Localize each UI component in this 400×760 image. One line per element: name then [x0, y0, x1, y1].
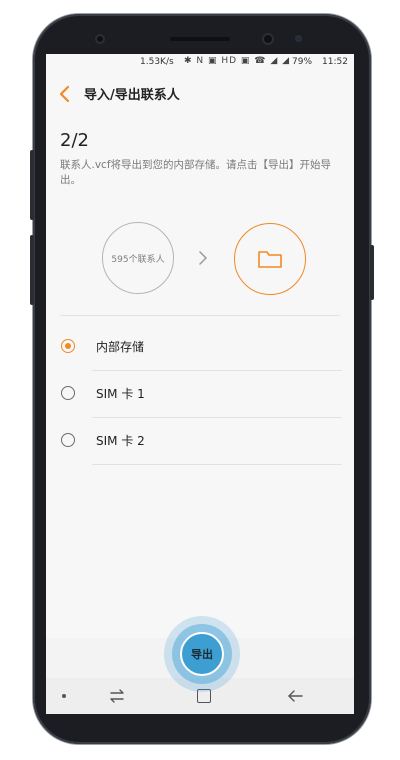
front-sensor-icon — [95, 34, 105, 44]
front-camera-icon — [262, 33, 274, 45]
chevron-right-icon — [199, 251, 207, 265]
status-bar: 1.53K/s ✱ N ▣ HD ▣ ☎ ◢ ◢ 79% 11:52 — [46, 54, 354, 72]
clock: 11:52 — [322, 57, 348, 67]
option-sim-2[interactable]: SIM 卡 2 — [46, 418, 354, 464]
app-bar: 导入/导出联系人 — [46, 76, 354, 112]
nav-back-icon[interactable] — [286, 688, 304, 704]
status-icons: ✱ N ▣ HD ▣ ☎ ◢ ◢ — [184, 56, 291, 66]
back-arrow-icon[interactable] — [56, 83, 74, 105]
section-divider — [60, 315, 340, 316]
contacts-count-label: 595个联系人 — [111, 254, 165, 265]
option-label: 内部存储 — [96, 340, 145, 354]
step-indicator: 2/2 — [60, 130, 89, 151]
volume-up-button — [30, 150, 34, 220]
option-label: SIM 卡 1 — [96, 387, 145, 401]
contacts-count-circle: 595个联系人 — [102, 222, 174, 294]
destination-folder-circle — [234, 223, 306, 295]
export-button-label: 导出 — [191, 648, 213, 661]
earpiece-speaker — [170, 37, 230, 41]
option-sim-1[interactable]: SIM 卡 1 — [46, 371, 354, 417]
screen: 1.53K/s ✱ N ▣ HD ▣ ☎ ◢ ◢ 79% 11:52 导入/导出… — [46, 54, 354, 714]
page-title: 导入/导出联系人 — [84, 88, 180, 103]
volume-down-button — [30, 235, 34, 305]
recent-apps-icon[interactable] — [108, 688, 126, 704]
network-speed: 1.53K/s — [140, 57, 174, 67]
option-label: SIM 卡 2 — [96, 434, 145, 448]
option-internal-storage[interactable]: 内部存储 — [46, 324, 354, 370]
iris-sensor-icon — [295, 35, 302, 42]
radio-sim-2[interactable] — [61, 433, 75, 447]
export-description: 联系人.vcf将导出到您的内部存储。请点击【导出】开始导出。 — [60, 159, 332, 186]
export-button[interactable]: 导出 — [180, 632, 224, 676]
option-divider — [92, 464, 342, 465]
radio-internal-storage[interactable] — [61, 339, 75, 353]
folder-icon — [258, 251, 282, 268]
radio-sim-1[interactable] — [61, 386, 75, 400]
battery-level: 79% — [292, 57, 313, 67]
nav-dot-icon[interactable] — [62, 694, 66, 698]
power-button — [370, 245, 374, 300]
